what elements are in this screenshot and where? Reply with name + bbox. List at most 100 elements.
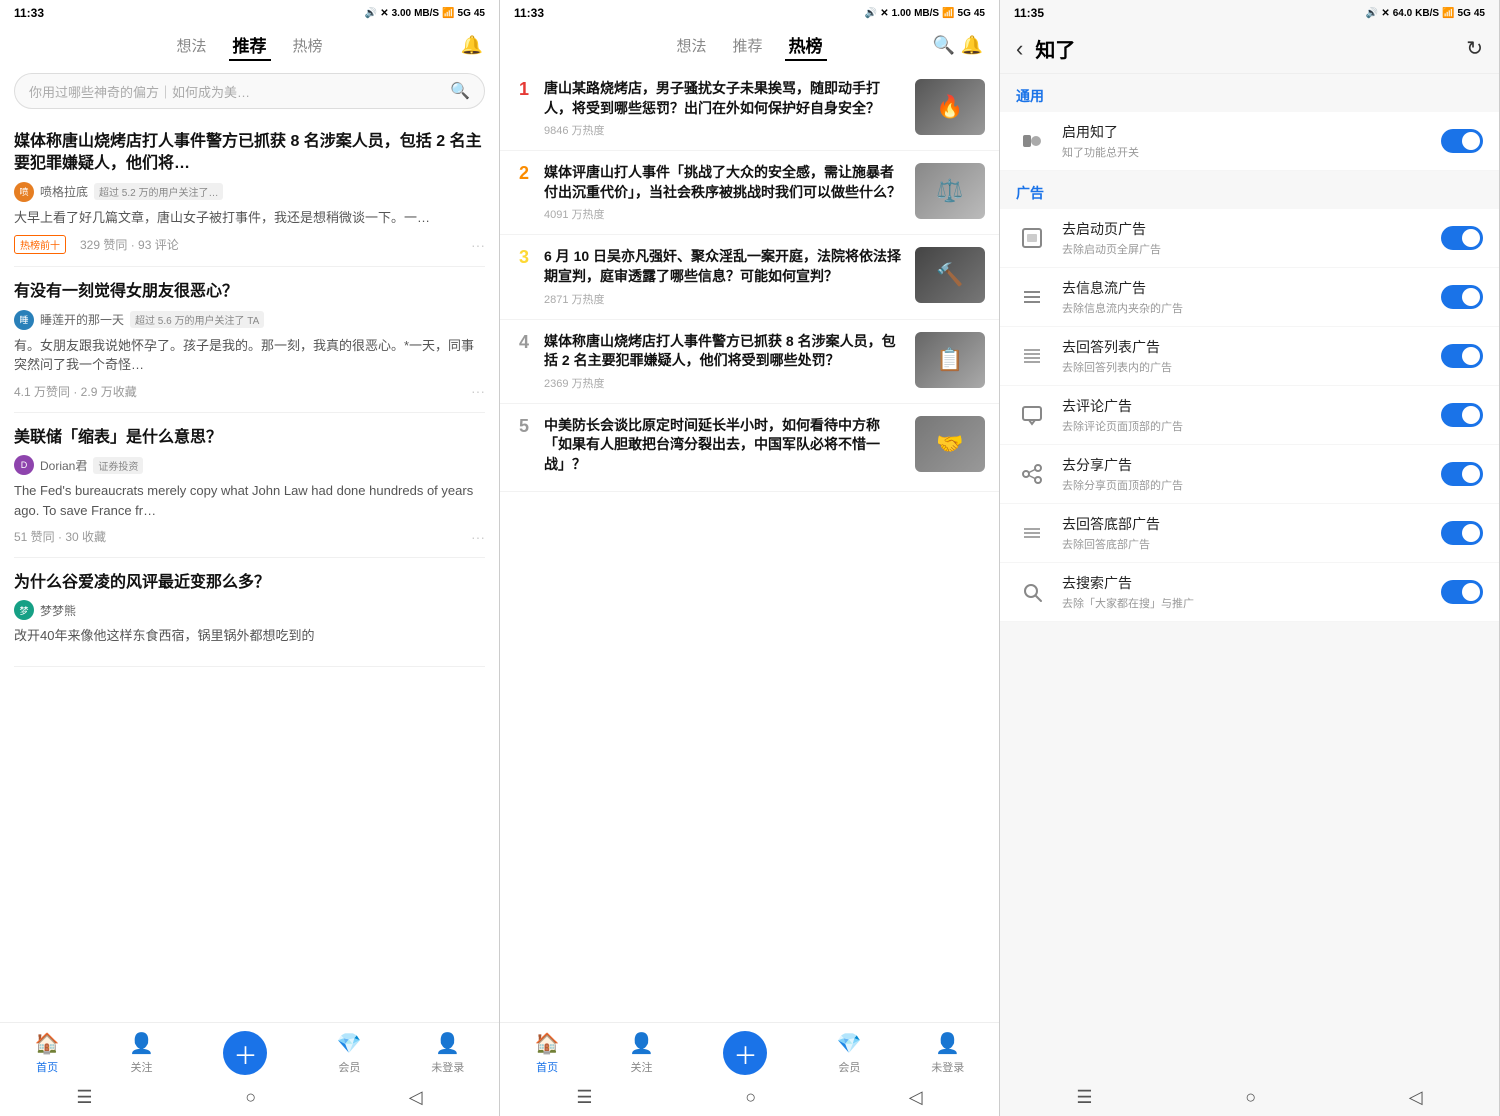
hot-item-3[interactable]: 3 6 月 10 日吴亦凡强奸、聚众淫乱一案开庭，法院将依法择期宣判，庭审透露了… bbox=[500, 235, 999, 319]
hot-rank-3: 3 bbox=[514, 247, 534, 269]
add-button-1[interactable]: ＋ bbox=[223, 1031, 267, 1075]
toggle-answer-ad[interactable] bbox=[1441, 344, 1483, 368]
settings-item-share-ad: 去分享广告 去除分享页面顶部的广告 bbox=[1000, 445, 1499, 504]
search-icon-1[interactable]: 🔍 bbox=[450, 81, 470, 101]
settings-desc-splash: 去除启动页全屏广告 bbox=[1062, 241, 1427, 257]
settings-desc-search-ad: 去除「大家都在搜」与推广 bbox=[1062, 595, 1427, 611]
tab-recommend-2[interactable]: 推荐 bbox=[729, 33, 767, 58]
stat-text-1: 329 赞同 · 93 评论 bbox=[80, 236, 179, 253]
panel-settings: 11:35 🔊 ✕ 64.0 KB/S 📶 5G 45 ‹ 知了 ↻ 通用 bbox=[1000, 0, 1500, 1116]
tab-recommend-1[interactable]: 推荐 bbox=[229, 30, 271, 61]
sys-home-2[interactable]: ○ bbox=[745, 1087, 756, 1108]
tab-ideas-2[interactable]: 想法 bbox=[672, 33, 710, 58]
hot-title-3: 6 月 10 日吴亦凡强奸、聚众淫乱一案开庭，法院将依法择期宣判，庭审透露了哪些… bbox=[544, 247, 905, 286]
hot-item-5[interactable]: 5 中美防长会谈比原定时间延长半小时，如何看待中方称「如果有人胆敢把台湾分裂出去… bbox=[500, 404, 999, 492]
hot-heat-4: 2369 万热度 bbox=[544, 375, 905, 391]
feed-content-1: 媒体称唐山烧烤店打人事件警方已抓获 8 名涉案人员，包括 2 名主要犯罪嫌疑人，… bbox=[0, 117, 499, 1022]
nav-follow-1[interactable]: 👤 关注 bbox=[129, 1031, 154, 1075]
settings-icon-feed bbox=[1016, 281, 1048, 313]
status-bar-2: 11:33 🔊 ✕ 1.00 MB/S 📶 5G 45 bbox=[500, 0, 999, 24]
section-label-general: 通用 bbox=[1000, 74, 1499, 112]
system-nav-2: ☰ ○ ◁ bbox=[500, 1081, 999, 1116]
toggle-splash-ad[interactable] bbox=[1441, 226, 1483, 250]
toggle-comment-ad[interactable] bbox=[1441, 403, 1483, 427]
nav-tabs-1: 想法 推荐 热榜 🔔 bbox=[0, 24, 499, 67]
hot-rank-4: 4 bbox=[514, 332, 534, 354]
feed-item-3[interactable]: 美联储「缩表」是什么意思？ D Dorian君 证券投资 The Fed's b… bbox=[14, 413, 485, 558]
nav-tabs-2: 想法 推荐 热榜 🔍 🔔 bbox=[500, 24, 999, 67]
feed-title-4: 为什么谷爱凌的风评最近变那么多？ bbox=[14, 572, 485, 594]
hot-content-2: 1 唐山某路烧烤店，男子骚扰女子未果挨骂，随即动手打人，将受到哪些惩罚？出门在外… bbox=[500, 67, 999, 1022]
status-icons-1: 🔊 ✕ 3.00 MB/S 📶 5G 45 bbox=[365, 8, 485, 19]
toggle-feed-ad[interactable] bbox=[1441, 285, 1483, 309]
feed-title-3: 美联储「缩表」是什么意思？ bbox=[14, 427, 485, 449]
status-bar-3: 11:35 🔊 ✕ 64.0 KB/S 📶 5G 45 bbox=[1000, 0, 1499, 24]
hot-item-1[interactable]: 1 唐山某路烧烤店，男子骚扰女子未果挨骂，随即动手打人，将受到哪些惩罚？出门在外… bbox=[500, 67, 999, 151]
feed-excerpt-1: 大早上看了好几篇文章，唐山女子被打事件，我还是想稍微谈一下。一… bbox=[14, 208, 485, 228]
bell-icon-2[interactable]: 🔔 bbox=[961, 35, 983, 56]
sys-home-3[interactable]: ○ bbox=[1245, 1087, 1256, 1108]
nav-login-1[interactable]: 👤 未登录 bbox=[431, 1031, 464, 1075]
avatar-4: 梦 bbox=[14, 600, 34, 620]
toggle-enable[interactable] bbox=[1441, 129, 1483, 153]
settings-text-search-ad: 去搜索广告 去除「大家都在搜」与推广 bbox=[1062, 573, 1427, 611]
search-icon-2[interactable]: 🔍 bbox=[933, 35, 955, 56]
nav-login-2[interactable]: 👤 未登录 bbox=[931, 1031, 964, 1075]
feed-item-2[interactable]: 有没有一刻觉得女朋友很恶心？ 睡 睡莲开的那一天 超过 5.6 万的用户关注了 … bbox=[14, 267, 485, 412]
hot-thumb-1: 🔥 bbox=[915, 79, 985, 135]
sys-back-3[interactable]: ◁ bbox=[1409, 1087, 1423, 1108]
feed-item-4[interactable]: 为什么谷爱凌的风评最近变那么多？ 梦 梦梦熊 改开40年来像他这样东食西宿，锅里… bbox=[14, 558, 485, 667]
tab-hot-1[interactable]: 热榜 bbox=[289, 33, 327, 58]
feed-excerpt-4: 改开40年来像他这样东食西宿，锅里锅外都想吃到的 bbox=[14, 626, 485, 646]
nav-vip-1[interactable]: 💎 会员 bbox=[337, 1031, 362, 1075]
hot-item-2[interactable]: 2 媒体评唐山打人事件「挑战了大众的安全感，需让施暴者付出沉重代价」，当社会秩序… bbox=[500, 151, 999, 235]
sys-menu-2[interactable]: ☰ bbox=[576, 1087, 592, 1108]
settings-icon-comment bbox=[1016, 399, 1048, 431]
settings-name-feed: 去信息流广告 bbox=[1062, 278, 1427, 298]
settings-icon-enable bbox=[1016, 125, 1048, 157]
sys-menu-3[interactable]: ☰ bbox=[1076, 1087, 1092, 1108]
settings-icon-answer bbox=[1016, 340, 1048, 372]
toggle-share-ad[interactable] bbox=[1441, 462, 1483, 486]
bell-icon-1[interactable]: 🔔 bbox=[461, 35, 483, 56]
sys-back-2[interactable]: ◁ bbox=[909, 1087, 923, 1108]
more-icon-3[interactable]: ··· bbox=[471, 529, 485, 545]
nav-follow-label-1: 关注 bbox=[131, 1059, 153, 1075]
sys-home-1[interactable]: ○ bbox=[245, 1087, 256, 1108]
sys-menu-1[interactable]: ☰ bbox=[76, 1087, 92, 1108]
nav-home-2[interactable]: 🏠 首页 bbox=[535, 1031, 560, 1075]
settings-icon-search-ad bbox=[1016, 576, 1048, 608]
author-sub-2: 超过 5.6 万的用户关注了 TA bbox=[130, 311, 264, 328]
settings-icon-share bbox=[1016, 458, 1048, 490]
settings-text-answer: 去回答列表广告 去除回答列表内的广告 bbox=[1062, 337, 1427, 375]
feed-item-1[interactable]: 媒体称唐山烧烤店打人事件警方已抓获 8 名涉案人员，包括 2 名主要犯罪嫌疑人，… bbox=[14, 117, 485, 267]
settings-name-splash: 去启动页广告 bbox=[1062, 219, 1427, 239]
more-icon-1[interactable]: ··· bbox=[471, 237, 485, 253]
feed-author-4: 梦 梦梦熊 bbox=[14, 600, 485, 620]
nav-follow-2[interactable]: 👤 关注 bbox=[629, 1031, 654, 1075]
hot-badge-1: 热榜前十 bbox=[14, 235, 66, 254]
avatar-1: 喷 bbox=[14, 182, 34, 202]
hot-heat-2: 4091 万热度 bbox=[544, 206, 905, 222]
hot-title-5: 中美防长会谈比原定时间延长半小时，如何看待中方称「如果有人胆敢把台湾分裂出去，中… bbox=[544, 416, 905, 475]
sys-back-1[interactable]: ◁ bbox=[409, 1087, 423, 1108]
toggle-search-ad[interactable] bbox=[1441, 580, 1483, 604]
hot-title-2: 媒体评唐山打人事件「挑战了大众的安全感，需让施暴者付出沉重代价」，当社会秩序被挑… bbox=[544, 163, 905, 202]
author-name-2: 睡莲开的那一天 bbox=[40, 311, 124, 328]
refresh-button[interactable]: ↻ bbox=[1466, 36, 1483, 61]
add-button-2[interactable]: ＋ bbox=[723, 1031, 767, 1075]
status-bar-1: 11:33 🔊 ✕ 3.00 MB/S 📶 5G 45 bbox=[0, 0, 499, 24]
more-icon-2[interactable]: ··· bbox=[471, 383, 485, 399]
settings-item-comment-ad: 去评论广告 去除评论页面顶部的广告 bbox=[1000, 386, 1499, 445]
nav-home-1[interactable]: 🏠 首页 bbox=[35, 1031, 60, 1075]
feed-author-1: 喷 喷格拉底 超过 5.2 万的用户关注了… bbox=[14, 182, 485, 202]
hot-content-item-2: 媒体评唐山打人事件「挑战了大众的安全感，需让施暴者付出沉重代价」，当社会秩序被挑… bbox=[544, 163, 905, 222]
nav-vip-2[interactable]: 💎 会员 bbox=[837, 1031, 862, 1075]
toggle-bottom-ad[interactable] bbox=[1441, 521, 1483, 545]
nav-login-label-1: 未登录 bbox=[431, 1059, 464, 1075]
search-bar-1[interactable]: 你用过哪些神奇的偏方｜如何成为美… 🔍 bbox=[14, 73, 485, 109]
back-button[interactable]: ‹ bbox=[1016, 36, 1023, 62]
tab-hot-2[interactable]: 热榜 bbox=[785, 30, 827, 61]
hot-item-4[interactable]: 4 媒体称唐山烧烤店打人事件警方已抓获 8 名涉案人员，包括 2 名主要犯罪嫌疑… bbox=[500, 320, 999, 404]
tab-ideas-1[interactable]: 想法 bbox=[172, 33, 210, 58]
